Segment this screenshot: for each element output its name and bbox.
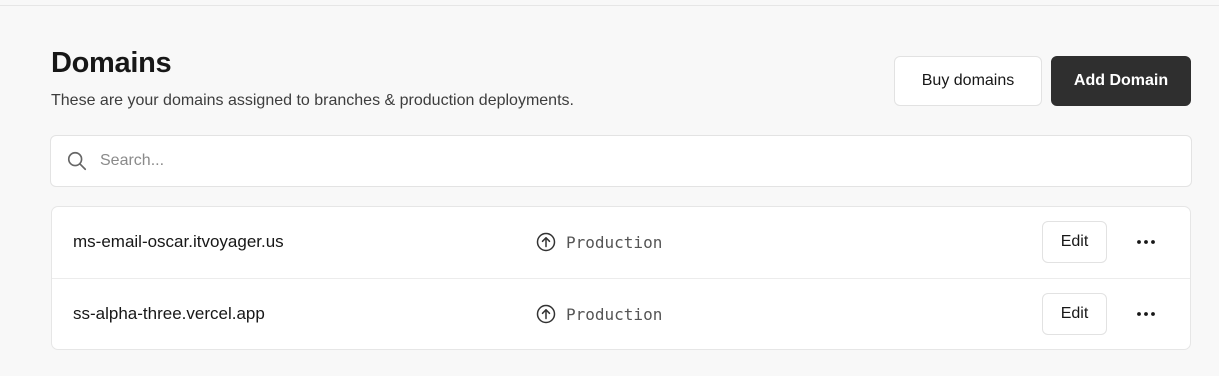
domain-name: ms-email-oscar.itvoyager.us [73,232,284,251]
domain-name: ss-alpha-three.vercel.app [73,304,265,323]
page-title: Domains [51,47,172,79]
search-input[interactable] [100,136,1180,186]
search-icon [67,151,87,171]
more-horizontal-icon [1137,240,1155,244]
page-subtitle: These are your domains assigned to branc… [51,92,574,109]
arrow-up-circle-icon [536,232,556,252]
add-domain-button[interactable]: Add Domain [1051,56,1191,106]
domain-row: ss-alpha-three.vercel.app Production Edi… [52,278,1190,349]
environment-label: Production [566,304,663,324]
more-horizontal-icon [1137,312,1155,316]
edit-button[interactable]: Edit [1042,293,1107,335]
domain-row: ms-email-oscar.itvoyager.us Production E… [52,207,1190,278]
environment-label: Production [566,232,663,252]
top-divider [0,5,1219,6]
domain-list: ms-email-oscar.itvoyager.us Production E… [51,206,1191,350]
more-options-button[interactable] [1129,227,1163,257]
more-options-button[interactable] [1129,299,1163,329]
edit-button[interactable]: Edit [1042,221,1107,263]
search-bar[interactable] [50,135,1192,187]
arrow-up-circle-icon [536,304,556,324]
environment-badge: Production [536,231,662,253]
buy-domains-button[interactable]: Buy domains [894,56,1042,106]
environment-badge: Production [536,303,662,325]
